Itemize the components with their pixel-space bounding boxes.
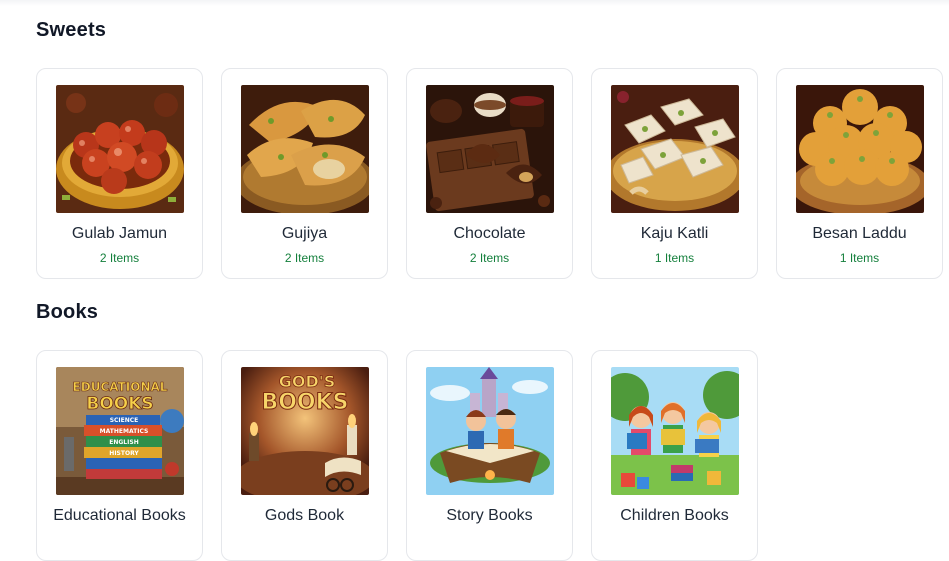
- gods-book-image: GOD'S BOOKS: [241, 367, 369, 495]
- art-text: SCIENCE: [110, 417, 139, 424]
- art-text: ENGLISH: [109, 439, 138, 446]
- category-name: Gulab Jamun: [71, 225, 168, 242]
- kaju-katli-image: [611, 85, 739, 213]
- category-item-count: 2 Items: [99, 251, 140, 265]
- besan-laddu-image: [796, 85, 924, 213]
- top-bar-shadow: [0, 0, 949, 6]
- educational-books-image: EDUCATIONAL BOOKS SCIENCE MATHEMATICS EN…: [56, 367, 184, 495]
- children-books-image: [611, 367, 739, 495]
- category-card-story-books[interactable]: Story Books: [406, 350, 573, 561]
- category-card-gujiya[interactable]: Gujiya 2 Items: [221, 68, 388, 279]
- category-item-count: 2 Items: [469, 251, 510, 265]
- story-books-image: [426, 367, 554, 495]
- category-name: Educational Books: [53, 507, 186, 524]
- art-text: GOD'S: [279, 372, 335, 391]
- category-item-count: 2 Items: [284, 251, 325, 265]
- category-name: Story Books: [446, 507, 533, 524]
- category-card-gods-book[interactable]: GOD'S BOOKS Gods Book: [221, 350, 388, 561]
- category-card-chocolate[interactable]: Chocolate 2 Items: [406, 68, 573, 279]
- category-card-gulab-jamun[interactable]: Gulab Jamun 2 Items: [36, 68, 203, 279]
- category-name: Gods Book: [264, 507, 345, 524]
- category-name: Chocolate: [453, 225, 526, 242]
- art-text: MATHEMATICS: [100, 428, 149, 435]
- category-name: Children Books: [620, 507, 729, 524]
- category-name: Besan Laddu: [812, 225, 907, 242]
- gujiya-image: [241, 85, 369, 213]
- chocolate-image: [426, 85, 554, 213]
- category-card-educational-books[interactable]: EDUCATIONAL BOOKS SCIENCE MATHEMATICS EN…: [36, 350, 203, 561]
- art-text: BOOKS: [86, 394, 153, 414]
- category-card-kaju-katli[interactable]: Kaju Katli 1 Items: [591, 68, 758, 279]
- category-item-count: 1 Items: [839, 251, 880, 265]
- art-text: EDUCATIONAL: [73, 380, 168, 394]
- section-title-books: Books: [36, 301, 99, 323]
- art-text: BOOKS: [261, 390, 348, 415]
- category-name: Kaju Katli: [640, 225, 709, 242]
- art-text: HISTORY: [109, 450, 139, 457]
- category-item-count: 1 Items: [654, 251, 695, 265]
- category-card-children-books[interactable]: Children Books: [591, 350, 758, 561]
- gulab-jamun-image: [56, 85, 184, 213]
- category-name: Gujiya: [281, 225, 328, 242]
- category-card-besan-laddu[interactable]: Besan Laddu 1 Items: [776, 68, 943, 279]
- section-title-sweets: Sweets: [36, 19, 107, 41]
